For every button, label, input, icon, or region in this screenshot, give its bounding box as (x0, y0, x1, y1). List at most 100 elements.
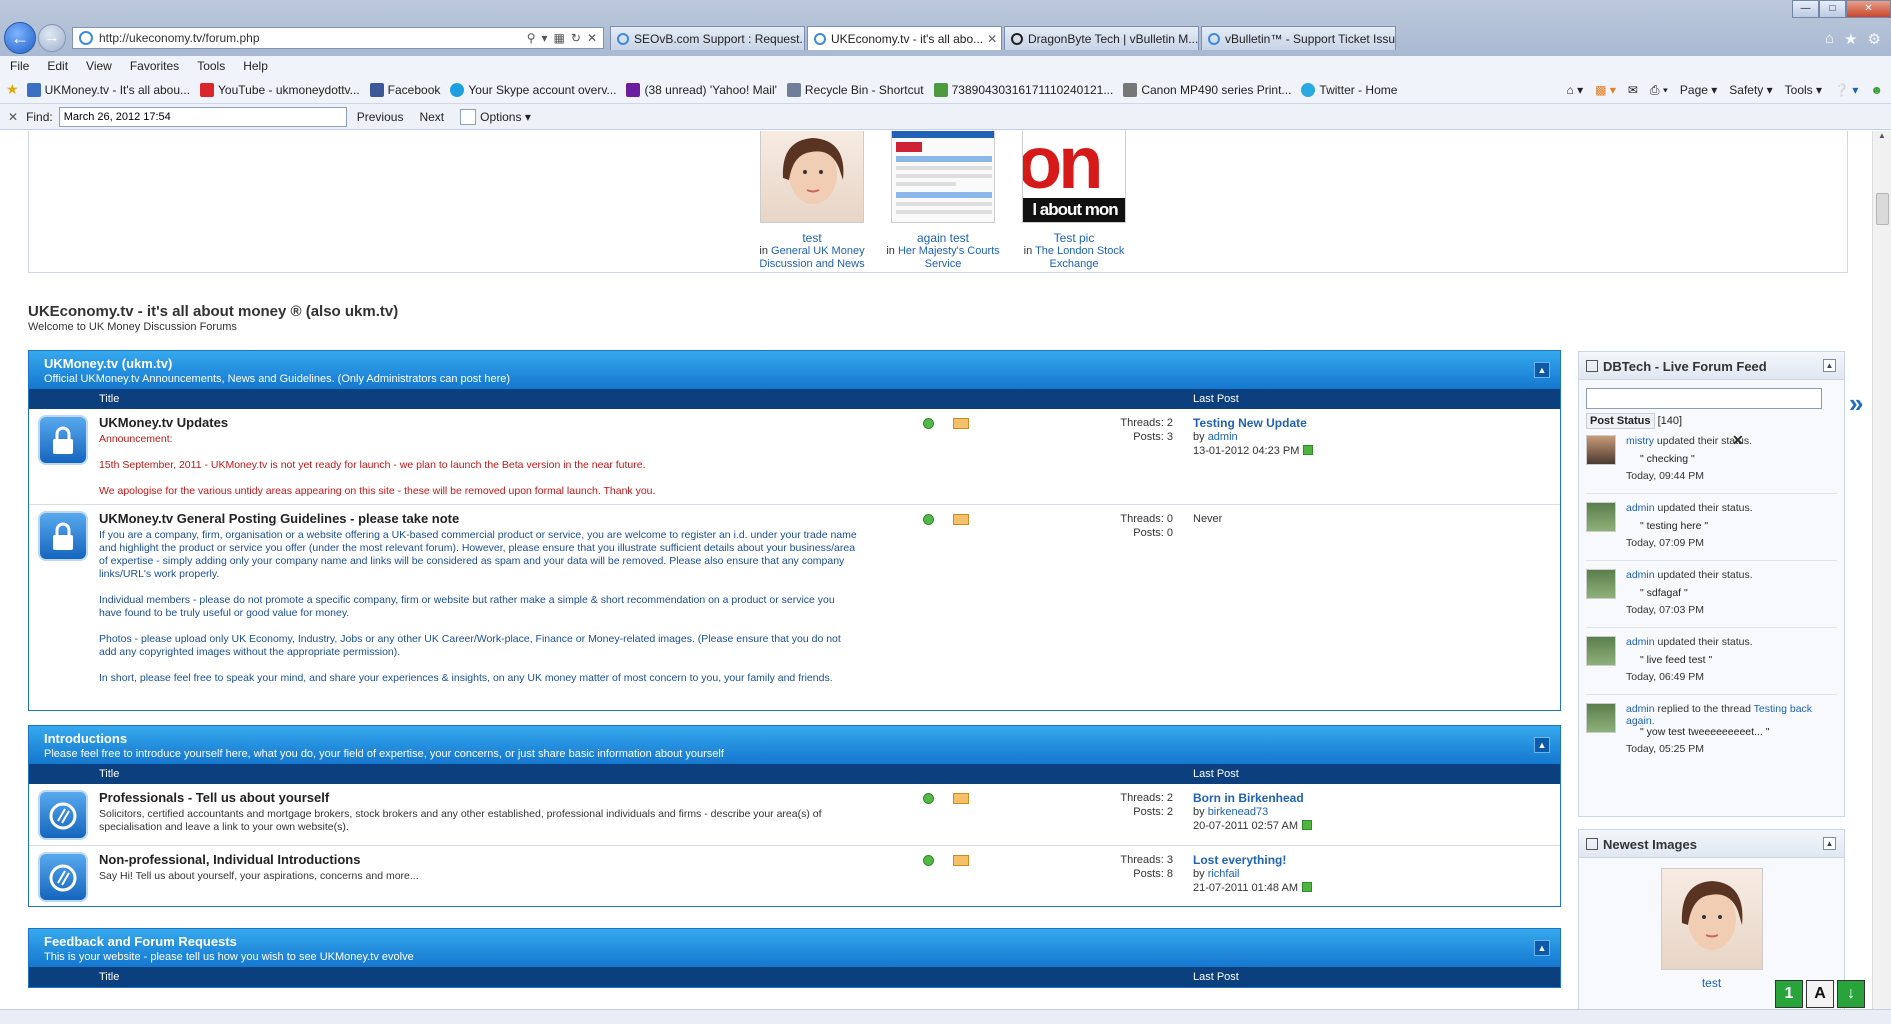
last-post-title[interactable]: Lost everything! (1193, 853, 1312, 867)
gallery-thumbnail[interactable]: on l about mon (1022, 131, 1126, 223)
go-to-post-icon[interactable] (1303, 445, 1314, 455)
rss-status-icon[interactable] (923, 418, 934, 429)
menu-help[interactable]: Help (243, 56, 276, 76)
find-next-button[interactable]: Next (419, 110, 444, 124)
messenger-icon[interactable]: ☻ (1870, 83, 1883, 97)
forum-title[interactable]: UKMoney.tv Updates (99, 415, 228, 430)
gallery-title[interactable]: test (753, 231, 871, 245)
tab-vbulletin[interactable]: vBulletin™ - Support Ticket Issue (1201, 26, 1396, 50)
rss-status-icon[interactable] (923, 793, 934, 804)
find-previous-button[interactable]: Previous (357, 110, 404, 124)
download-icon[interactable]: ↓ (1837, 980, 1865, 1008)
gallery-forum[interactable]: in The London Stock Exchange (1015, 245, 1133, 271)
rss-status-icon[interactable] (923, 855, 934, 866)
gallery-item[interactable]: test in General UK Money Discussion and … (753, 131, 871, 271)
tab-ukeconomy[interactable]: UKEconomy.tv - it's all abo... ✕ (807, 26, 1002, 50)
favorite-ukmoney[interactable]: UKMoney.tv - It's all abou... (26, 82, 190, 97)
stop-icon[interactable]: ✕ (587, 31, 597, 45)
gallery-item[interactable]: on l about mon Test pic in The London St… (1015, 131, 1133, 271)
feed-user[interactable]: admin (1626, 703, 1655, 715)
favorite-skype[interactable]: Your Skype account overv... (450, 82, 616, 97)
close-window-button[interactable]: ✕ (1846, 0, 1891, 18)
gallery-thumbnail[interactable] (760, 131, 864, 223)
avatar[interactable] (1586, 502, 1616, 532)
rss-icon[interactable]: ▩ ▾ (1595, 83, 1616, 97)
close-find-icon[interactable]: ✕ (8, 110, 18, 124)
favorite-yahoo-mail[interactable]: (38 unread) 'Yahoo! Mail' (626, 82, 777, 97)
favorite-youtube[interactable]: YouTube - ukmoneydottv... (200, 82, 360, 97)
subscribe-icon[interactable] (953, 793, 969, 804)
feed-user[interactable]: mistry (1626, 435, 1654, 447)
gallery-forum-link[interactable]: Her Majesty's Courts Service (898, 245, 1000, 270)
tab-seovb[interactable]: SEOvB.com Support : Request... (610, 26, 805, 50)
tab-dragonbyte[interactable]: DragonByte Tech | vBulletin M... (1004, 26, 1199, 50)
category-title[interactable]: UKMoney.tv (ukm.tv) (44, 356, 1545, 371)
gallery-title[interactable]: Test pic (1015, 231, 1133, 245)
maximize-button[interactable]: □ (1819, 0, 1846, 18)
tools-menu[interactable]: Tools ▾ (1785, 83, 1822, 97)
gear-icon[interactable]: ⚙ (1868, 30, 1881, 48)
scrollbar-thumb[interactable] (1876, 193, 1889, 225)
dropdown-arrow-icon[interactable]: ▾ (542, 31, 548, 45)
collapse-icon[interactable]: ▲ (1823, 359, 1836, 372)
tray-button-1[interactable]: 1 (1775, 980, 1803, 1008)
refresh-icon[interactable]: ↻ (571, 31, 581, 45)
gallery-forum-link[interactable]: The London Stock Exchange (1035, 245, 1124, 270)
address-bar[interactable]: http://ukeconomy.tv/forum.php ⚲ ▾ ▦ ↻ ✕ (72, 27, 604, 49)
find-options-button[interactable]: Options ▾ (460, 108, 531, 125)
menu-edit[interactable]: Edit (47, 56, 76, 76)
last-post-user[interactable]: richfail (1208, 868, 1240, 880)
gallery-forum-link[interactable]: General UK Money Discussion and News (759, 245, 864, 270)
last-post-user[interactable]: birkenead73 (1208, 806, 1269, 818)
menu-favorites[interactable]: Favorites (130, 56, 187, 76)
avatar[interactable] (1586, 569, 1616, 599)
subscribe-icon[interactable] (953, 855, 969, 866)
menu-tools[interactable]: Tools (197, 56, 233, 76)
avatar[interactable] (1586, 636, 1616, 666)
close-icon[interactable]: ✕ (1732, 432, 1744, 449)
find-input[interactable] (58, 106, 347, 127)
scroll-up-icon[interactable]: ▲ (1873, 131, 1891, 140)
gallery-title[interactable]: again test (884, 231, 1002, 245)
last-post-title[interactable]: Born in Birkenhead (1193, 791, 1312, 805)
go-to-post-icon[interactable] (1301, 820, 1312, 830)
favorite-recycle-bin[interactable]: Recycle Bin - Shortcut (786, 82, 924, 97)
gallery-item[interactable]: again test in Her Majesty's Courts Servi… (884, 131, 1002, 271)
page-menu[interactable]: Page ▾ (1680, 83, 1717, 97)
category-title[interactable]: Introductions (44, 731, 1545, 746)
tray-button-a[interactable]: A (1806, 980, 1834, 1008)
address-url[interactable]: http://ukeconomy.tv/forum.php (99, 31, 527, 45)
minimize-button[interactable]: — (1792, 0, 1819, 18)
last-post-user[interactable]: admin (1208, 431, 1238, 443)
avatar[interactable] (1586, 703, 1616, 733)
help-icon[interactable]: ❔ ▾ (1834, 83, 1858, 97)
feed-status-input[interactable] (1586, 388, 1822, 409)
favorites-star-icon[interactable]: ★ (1844, 30, 1857, 48)
home-icon[interactable]: ⌂ ▾ (1567, 83, 1584, 97)
collapse-icon[interactable]: ▲ (1534, 737, 1550, 753)
print-icon[interactable]: ⎙ ▾ (1650, 83, 1668, 98)
mail-icon[interactable]: ✉ (1628, 83, 1638, 97)
back-button[interactable]: ← (4, 22, 36, 54)
menu-view[interactable]: View (86, 56, 120, 76)
home-icon[interactable]: ⌂ (1825, 30, 1834, 48)
go-to-post-icon[interactable] (1301, 882, 1312, 892)
gallery-thumbnail[interactable] (891, 131, 995, 223)
feed-user[interactable]: admin (1626, 636, 1655, 648)
feed-user[interactable]: admin (1626, 502, 1655, 514)
search-icon[interactable]: ⚲ (527, 31, 536, 45)
forum-title[interactable]: Non-professional, Individual Introductio… (99, 852, 360, 867)
close-tab-icon[interactable]: ✕ (983, 32, 997, 46)
favorite-facebook[interactable]: Facebook (369, 82, 440, 97)
category-title[interactable]: Feedback and Forum Requests (44, 934, 1545, 949)
compatibility-icon[interactable]: ▦ (554, 31, 565, 45)
collapse-icon[interactable]: ▲ (1534, 362, 1550, 378)
collapse-icon[interactable]: ▲ (1534, 940, 1550, 956)
gallery-forum[interactable]: in Her Majesty's Courts Service (884, 245, 1002, 271)
gallery-forum[interactable]: in General UK Money Discussion and News (753, 245, 871, 271)
vertical-scrollbar[interactable]: ▲ (1872, 131, 1891, 1009)
favorite-link-number[interactable]: 73890430316171110240121... (933, 82, 1113, 97)
safety-menu[interactable]: Safety ▾ (1729, 83, 1772, 97)
favorites-star-icon[interactable]: ★ (6, 81, 19, 98)
collapse-icon[interactable]: ▲ (1823, 837, 1836, 850)
